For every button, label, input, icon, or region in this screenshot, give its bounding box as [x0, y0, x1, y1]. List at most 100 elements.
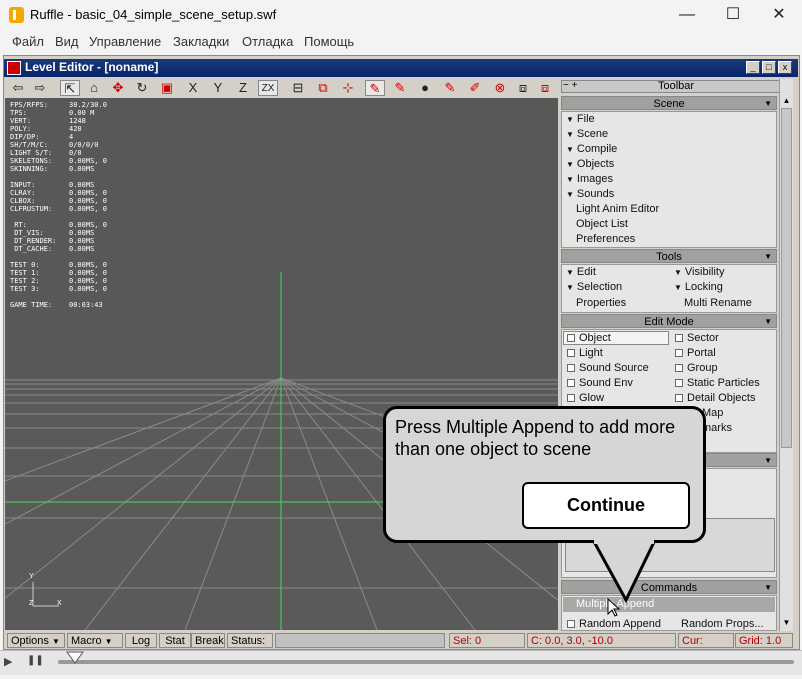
tools-edit-label: Edit: [576, 266, 596, 278]
log-button[interactable]: Log: [125, 633, 157, 648]
callout-pointer-join: [594, 538, 654, 543]
tools-visibility[interactable]: ▼ Visibility: [674, 266, 724, 278]
edit-mode-sound-source[interactable]: Sound Source: [567, 362, 649, 374]
cursor-coords: Cur: 1047, 747: [678, 633, 734, 677]
snap-pivot-icon[interactable]: ⊹: [338, 80, 358, 96]
tools-edit[interactable]: ▼ Edit: [566, 266, 596, 278]
tools-selection[interactable]: ▼ Selection: [566, 281, 622, 293]
zoom-extents-icon[interactable]: ⧈: [513, 80, 533, 96]
axis-zx-button[interactable]: ZX: [258, 80, 278, 96]
collapse-icon: ▼: [764, 317, 772, 326]
axis-y-button[interactable]: Y: [208, 80, 228, 96]
axis-z-button[interactable]: Z: [233, 80, 253, 96]
edit-mode-header-label: Edit Mode: [644, 316, 694, 328]
collapse-icon: ▼: [764, 456, 772, 465]
tools-locking[interactable]: ▼ Locking: [674, 281, 723, 293]
menu-debug[interactable]: Отладка: [242, 34, 293, 49]
brush-icon[interactable]: ✎: [440, 80, 460, 96]
scene-item-compile[interactable]: ▼ Compile: [566, 143, 617, 155]
editor-close-button[interactable]: x: [778, 61, 792, 74]
continue-button[interactable]: Continue: [522, 482, 690, 529]
axis-x-button[interactable]: X: [183, 80, 203, 96]
redo-icon[interactable]: ⇨: [30, 80, 50, 96]
scene-item-sounds[interactable]: ▼ Sounds: [566, 188, 614, 200]
expand-icon: ▼: [674, 283, 682, 292]
tools-header[interactable]: Tools ▼: [561, 249, 777, 263]
snap-grid-icon[interactable]: ⊟: [288, 80, 308, 96]
seek-knob[interactable]: [66, 651, 84, 664]
menu-bookmarks[interactable]: Закладки: [173, 34, 229, 49]
object-list-link[interactable]: Object List: [576, 218, 628, 230]
light-anim-editor-link[interactable]: Light Anim Editor: [576, 203, 659, 215]
3d-viewport[interactable]: FPS/RFPS: 30.2/30.0 TPS: 0.00 M VERT: 12…: [5, 98, 558, 630]
camera-coords: C: 0.0, 3.0, -10.0: [527, 633, 676, 648]
scroll-down-icon[interactable]: ▼: [781, 618, 792, 627]
expand-icon: ▼: [566, 283, 574, 292]
edit-mode-group[interactable]: Group: [675, 362, 718, 374]
edit-mode-sector[interactable]: Sector: [675, 332, 719, 344]
toolbar-collapse-icon[interactable]: − +: [563, 80, 577, 91]
menu-view[interactable]: Вид: [55, 34, 79, 49]
edit-mode-light[interactable]: Light: [567, 347, 603, 359]
close-button[interactable]: ✕: [756, 0, 802, 30]
magnet-icon[interactable]: ⊗: [490, 80, 510, 96]
gizmo-y-label: Y: [29, 573, 34, 580]
select-tool-icon[interactable]: ⇱: [60, 80, 80, 96]
edit-mode-static-particles[interactable]: Static Particles: [675, 377, 760, 389]
scene-item-file[interactable]: ▼ File: [566, 113, 595, 125]
scene-header[interactable]: Scene ▼: [561, 96, 777, 110]
edit-mode-portal[interactable]: Portal: [675, 347, 716, 359]
snap-object-icon[interactable]: ⧉: [313, 80, 333, 96]
stat-button[interactable]: Stat: [159, 633, 191, 648]
maximize-button[interactable]: ☐: [710, 0, 756, 30]
edit-mode-marks[interactable]: marks: [702, 422, 732, 434]
editor-minimize-button[interactable]: _: [746, 61, 760, 74]
scene-item-scene[interactable]: ▼ Scene: [566, 128, 608, 140]
scene-item-objects[interactable]: ▼ Objects: [566, 158, 614, 170]
checkbox: [675, 379, 683, 388]
options-button[interactable]: Options ▼: [7, 633, 65, 648]
toolbar-label: Toolbar: [658, 80, 695, 92]
collapse-icon: ▼: [764, 583, 772, 592]
tag-icon[interactable]: ✎: [365, 80, 385, 96]
expand-icon: ▼: [566, 145, 574, 154]
random-props-button[interactable]: Random Props...: [681, 618, 764, 630]
scrollbar-thumb[interactable]: [781, 108, 792, 448]
scene-item-label: Scene: [576, 128, 609, 140]
zoom-selection-icon[interactable]: ⧈: [535, 80, 555, 96]
play-icon[interactable]: ▶: [4, 655, 12, 668]
preferences-link[interactable]: Preferences: [576, 233, 635, 245]
scale-tool-icon[interactable]: ▣: [157, 80, 177, 96]
paint-icon[interactable]: ✐: [465, 80, 485, 96]
edit-mode-sound-env[interactable]: Sound Env: [567, 377, 633, 389]
pause-icon[interactable]: ❚❚: [27, 655, 44, 666]
break-button[interactable]: Break: [191, 633, 225, 648]
menu-file[interactable]: Файл: [12, 34, 44, 49]
tools-multi-rename[interactable]: Multi Rename: [684, 297, 752, 309]
tools-properties[interactable]: Properties: [576, 297, 626, 309]
minimize-button[interactable]: —: [664, 0, 710, 30]
scene-item-images[interactable]: ▼ Images: [566, 173, 613, 185]
options-label: Options: [11, 635, 49, 647]
sphere-icon[interactable]: ●: [415, 80, 435, 96]
scroll-up-icon[interactable]: ▲: [781, 96, 792, 105]
edit-mode-detail-objects[interactable]: Detail Objects: [675, 392, 755, 404]
scene-header-label: Scene: [653, 98, 685, 110]
dropdown-icon: ▼: [51, 637, 60, 646]
menu-help[interactable]: Помощь: [304, 34, 354, 49]
edit-mode-header[interactable]: Edit Mode ▼: [561, 314, 777, 328]
move-tool-icon[interactable]: ✥: [108, 80, 128, 96]
edit-mode-glow[interactable]: Glow: [567, 392, 604, 404]
scene-item-label: Sounds: [576, 188, 615, 200]
seek-bar[interactable]: [58, 660, 794, 664]
random-append-checkbox[interactable]: Random Append: [567, 618, 661, 630]
macro-button[interactable]: Macro ▼: [67, 633, 123, 648]
edit-mode-object[interactable]: Object: [567, 332, 611, 344]
undo-icon[interactable]: ⇦: [8, 80, 28, 96]
tag-alt-icon[interactable]: ✎: [390, 80, 410, 96]
add-object-icon[interactable]: ⌂: [84, 80, 104, 96]
edit-mode-label: Object: [579, 332, 611, 344]
menu-control[interactable]: Управление: [89, 34, 161, 49]
rotate-tool-icon[interactable]: ↻: [132, 80, 152, 96]
editor-maximize-button[interactable]: □: [762, 61, 776, 74]
